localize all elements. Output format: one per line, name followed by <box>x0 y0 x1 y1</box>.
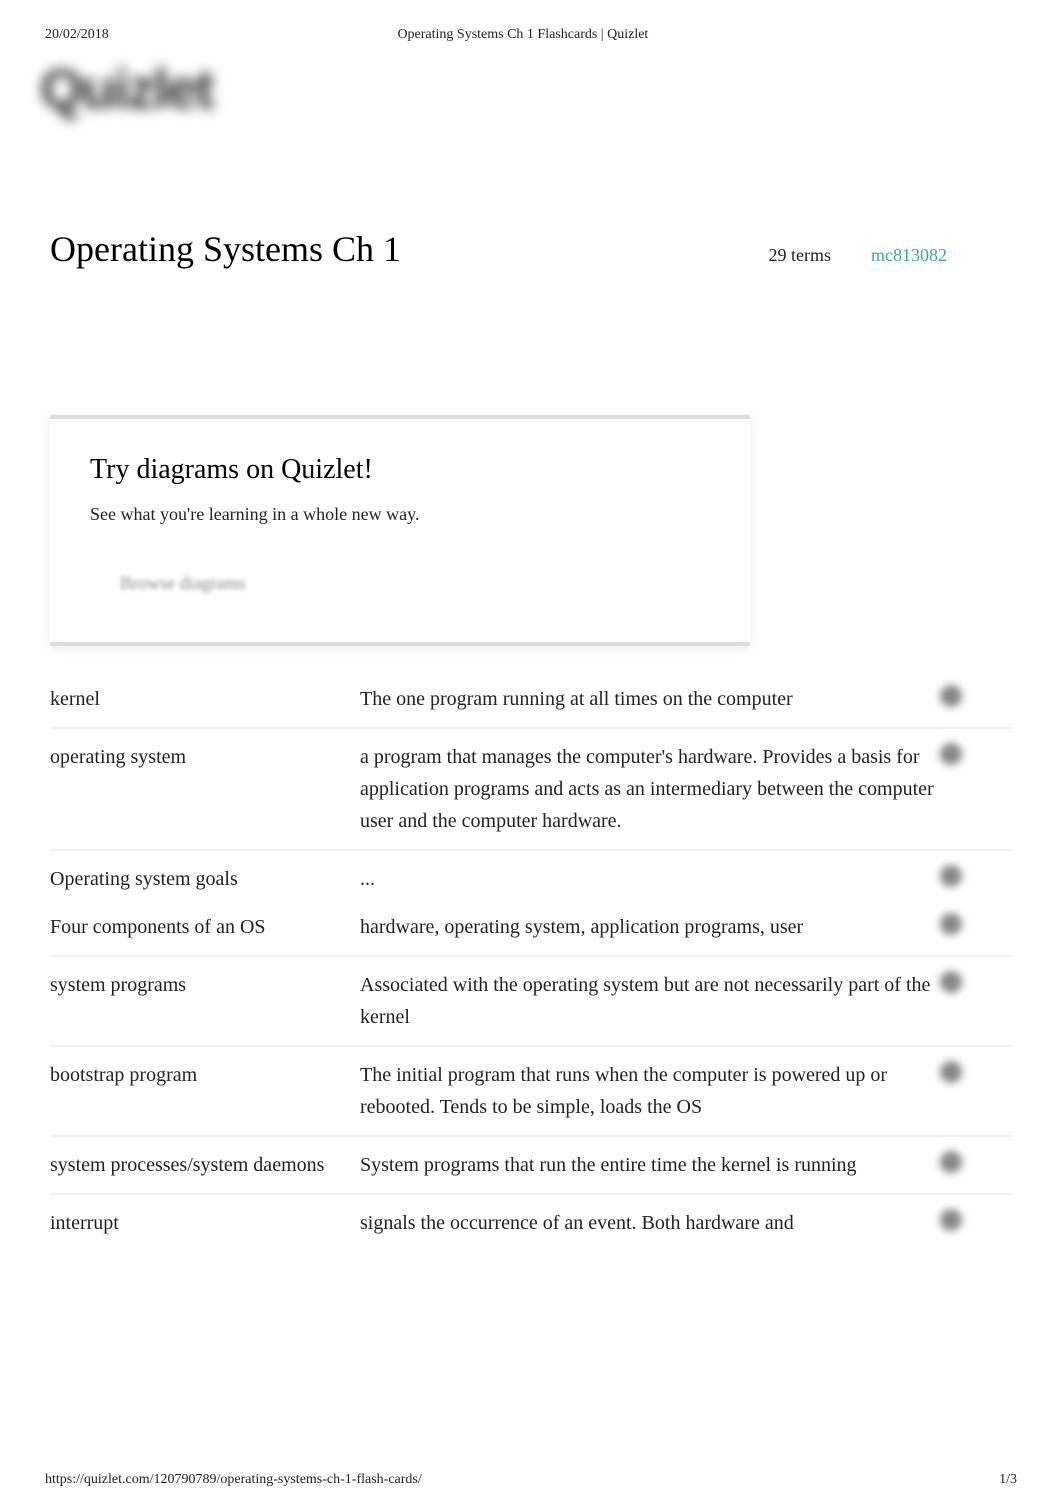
flashcard-row: bootstrap program The initial program th… <box>50 1047 1012 1137</box>
card-definition: System programs that run the entire time… <box>360 1149 1012 1181</box>
star-icon[interactable] <box>940 865 962 887</box>
title-row: Operating Systems Ch 1 29 terms mc813082 <box>0 123 1062 270</box>
page-number: 1/3 <box>999 1472 1017 1488</box>
star-icon[interactable] <box>940 1151 962 1173</box>
flashcard-row: Four components of an OS hardware, opera… <box>50 899 1012 957</box>
flashcard-row: system programs Associated with the oper… <box>50 957 1012 1047</box>
flashcard-list: kernel The one program running at all ti… <box>0 671 1062 1251</box>
flashcard-row: interrupt signals the occurrence of an e… <box>50 1195 1012 1251</box>
star-icon[interactable] <box>940 913 962 935</box>
terms-count: 29 terms <box>769 245 832 266</box>
footer: https://quizlet.com/120790789/operating-… <box>45 1472 1017 1488</box>
flashcard-row: Operating system goals ... <box>50 851 1012 899</box>
browse-diagrams-button[interactable]: Browse diagrams <box>100 565 265 602</box>
card-definition: a program that manages the computer's ha… <box>360 741 1012 837</box>
card-definition: hardware, operating system, application … <box>360 911 1012 943</box>
star-icon[interactable] <box>940 1209 962 1231</box>
card-definition: The one program running at all times on … <box>360 683 1012 715</box>
card-term: bootstrap program <box>50 1059 360 1091</box>
header-title: Operating Systems Ch 1 Flashcards | Quiz… <box>109 27 937 43</box>
footer-url: https://quizlet.com/120790789/operating-… <box>45 1472 422 1488</box>
logo-text: Quizlet <box>40 56 213 121</box>
star-icon[interactable] <box>940 971 962 993</box>
star-icon[interactable] <box>940 743 962 765</box>
card-definition: Associated with the operating system but… <box>360 969 1012 1033</box>
page-title: Operating Systems Ch 1 <box>50 228 401 270</box>
author-link[interactable]: mc813082 <box>871 245 947 266</box>
logo-container: Quizlet <box>0 43 1062 123</box>
card-definition: The initial program that runs when the c… <box>360 1059 1012 1123</box>
header-date: 20/02/2018 <box>45 27 109 43</box>
header-meta: 20/02/2018 Operating Systems Ch 1 Flashc… <box>0 0 1062 43</box>
card-definition: ... <box>360 863 1012 895</box>
card-term: Four components of an OS <box>50 911 360 943</box>
card-term: interrupt <box>50 1207 360 1239</box>
promo-box: Try diagrams on Quizlet! See what you're… <box>50 415 750 646</box>
promo-subtitle: See what you're learning in a whole new … <box>90 504 710 525</box>
card-definition: signals the occurrence of an event. Both… <box>360 1207 1012 1239</box>
card-term: system programs <box>50 969 360 1001</box>
flashcard-row: operating system a program that manages … <box>50 729 1012 851</box>
card-term: Operating system goals <box>50 863 360 895</box>
card-term: operating system <box>50 741 360 773</box>
quizlet-logo[interactable]: Quizlet <box>40 53 310 123</box>
flashcard-row: kernel The one program running at all ti… <box>50 671 1012 729</box>
close-icon[interactable] <box>700 444 720 464</box>
title-meta: 29 terms mc813082 <box>769 245 948 266</box>
promo-title: Try diagrams on Quizlet! <box>90 454 710 486</box>
card-term: system processes/system daemons <box>50 1149 360 1181</box>
star-icon[interactable] <box>940 1061 962 1083</box>
flashcard-row: system processes/system daemons System p… <box>50 1137 1012 1195</box>
card-term: kernel <box>50 683 360 715</box>
star-icon[interactable] <box>940 685 962 707</box>
